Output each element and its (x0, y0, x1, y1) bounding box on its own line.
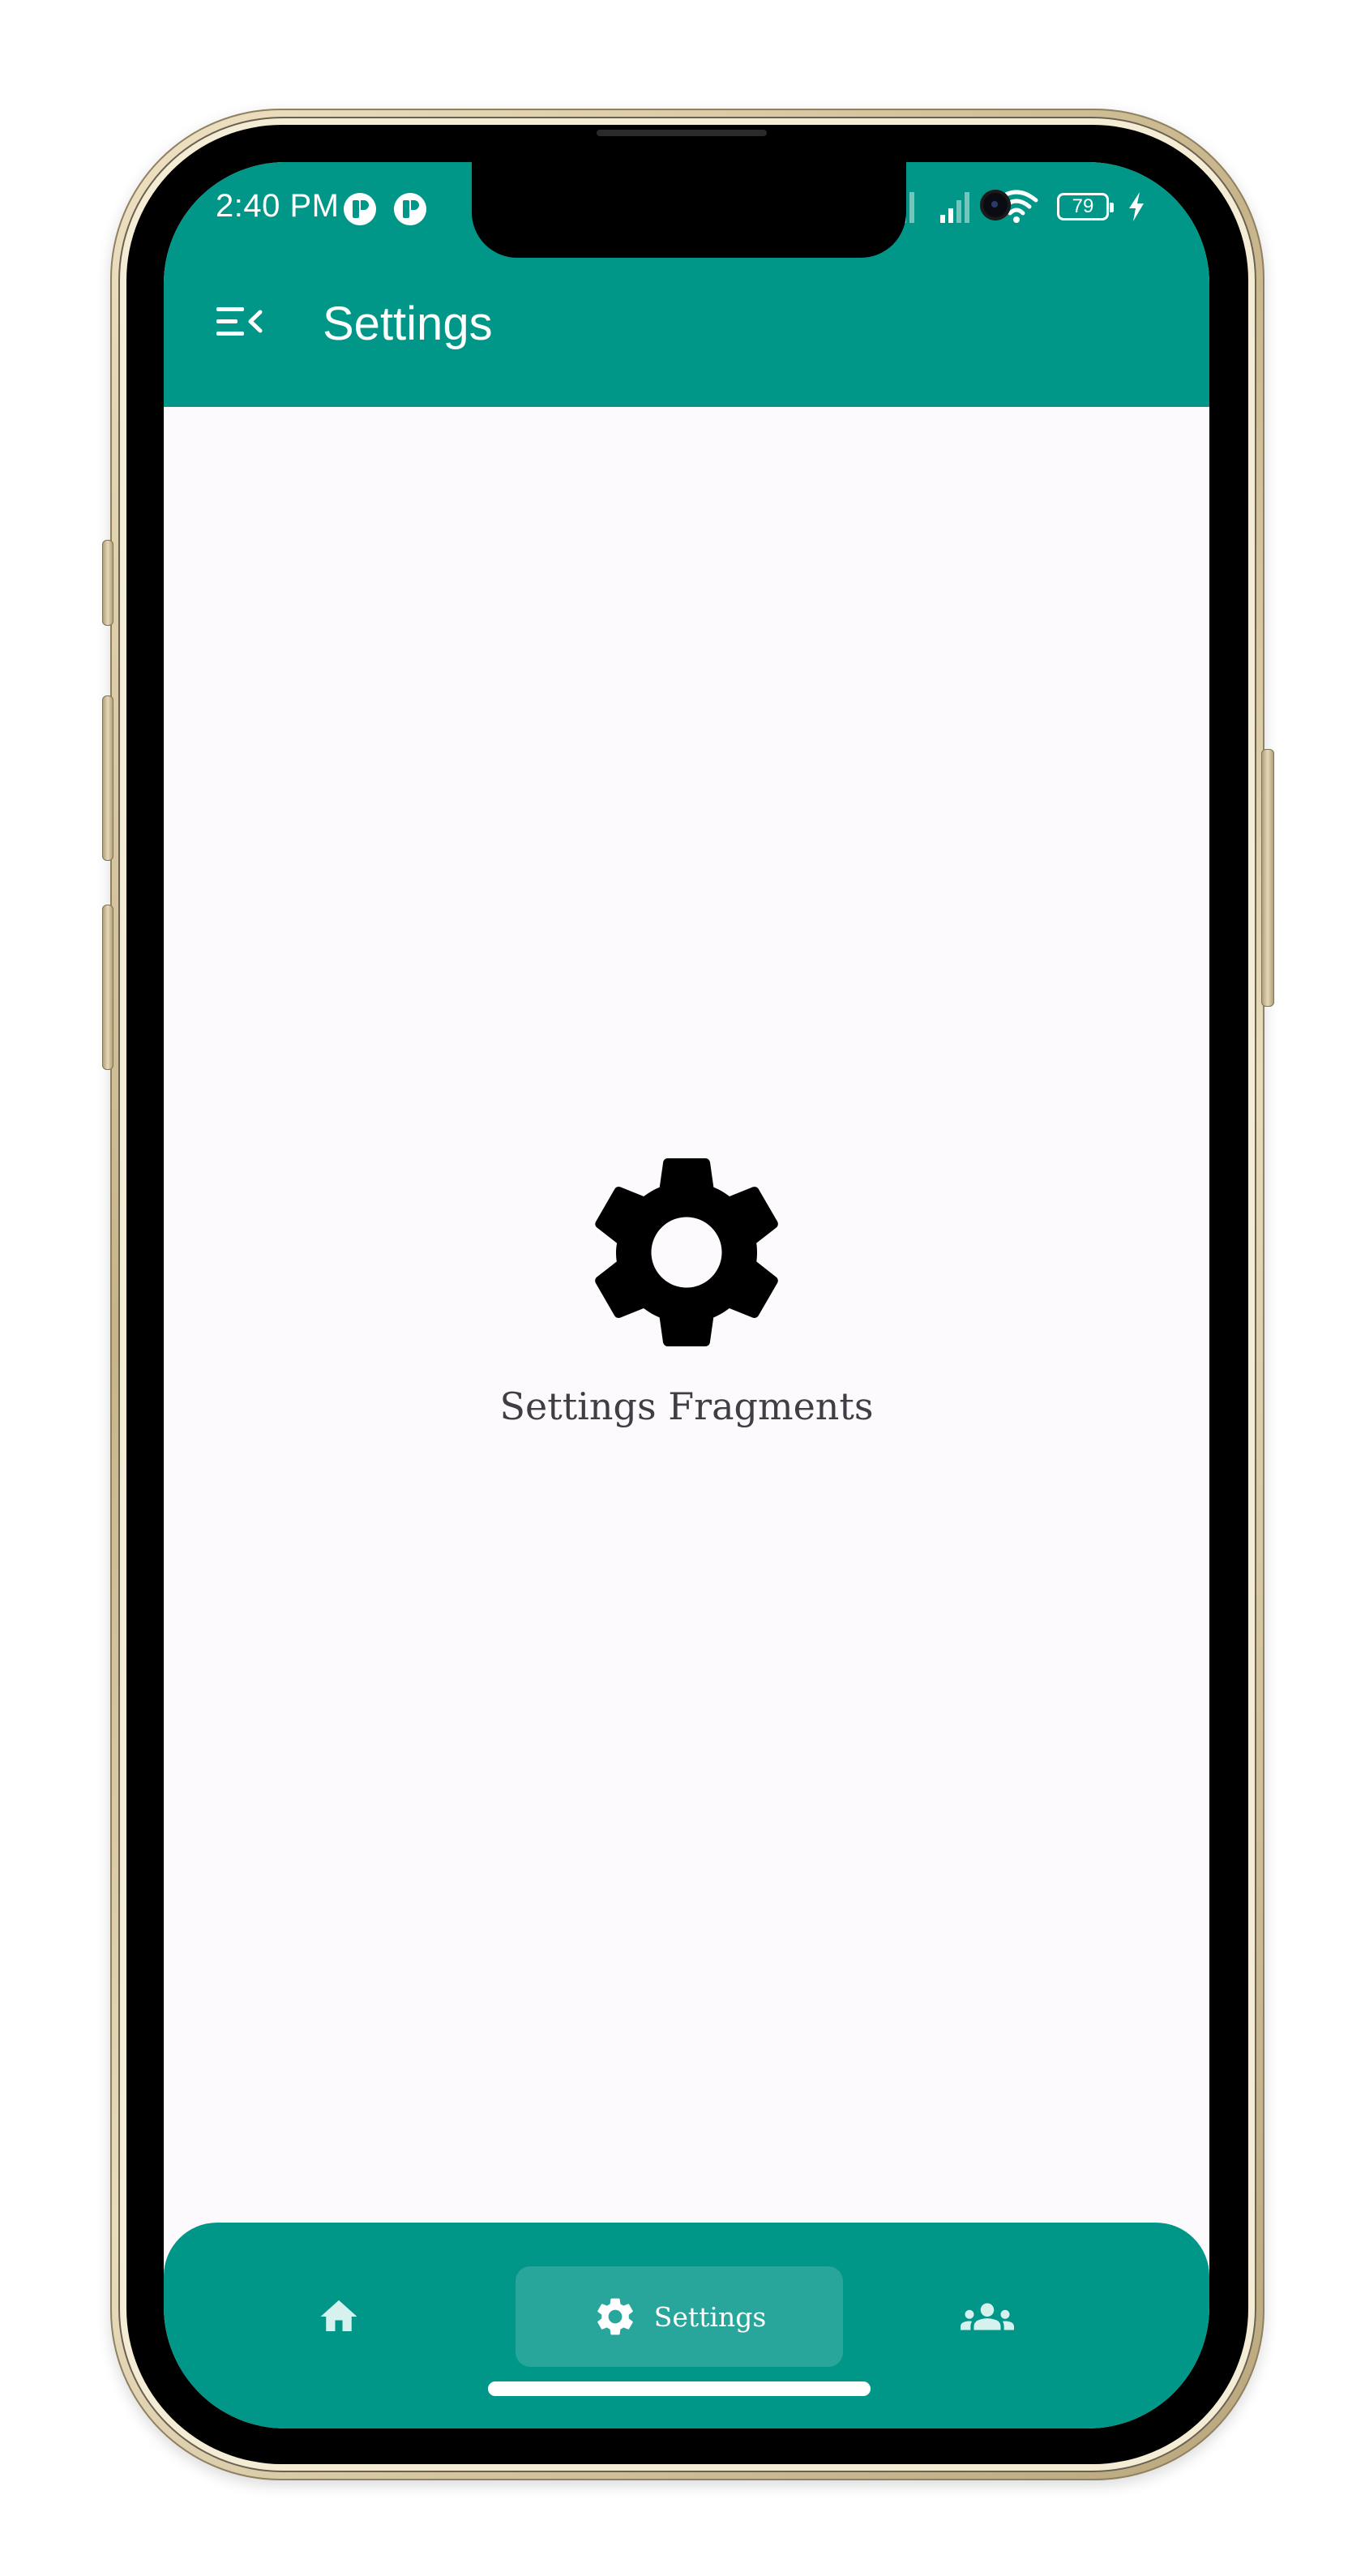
earpiece-speaker (597, 130, 767, 136)
camera-notch (472, 162, 1011, 258)
cell-signal-icon (939, 189, 976, 225)
silent-switch (102, 540, 113, 626)
content-placeholder: Settings Fragments (164, 1135, 1209, 1428)
nav-group-button[interactable] (931, 2266, 1044, 2367)
gear-icon (597, 2298, 633, 2335)
menu-open-icon[interactable] (211, 293, 267, 350)
bottom-navigation: Settings (164, 2223, 1209, 2428)
gear-icon (595, 1158, 778, 1346)
nav-home-button[interactable] (282, 2266, 396, 2367)
home-indicator[interactable] (488, 2381, 871, 2396)
charging-icon (1127, 190, 1146, 223)
nav-settings-label: Settings (653, 2300, 767, 2333)
volume-down-button (102, 905, 113, 1070)
nav-settings-button[interactable]: Settings (516, 2266, 843, 2367)
page-title: Settings (323, 297, 493, 350)
device-screen: 2:40 PM 79 Settings Settings Fragments S… (164, 162, 1209, 2428)
home-icon (320, 2300, 357, 2331)
battery-icon: 79 (1057, 193, 1114, 220)
notification-app-icon (394, 193, 426, 225)
group-icon (961, 2303, 1014, 2330)
volume-up-button (102, 695, 113, 861)
placeholder-text: Settings Fragments (499, 1384, 874, 1428)
status-indicators: 79 (884, 186, 1146, 227)
notification-app-icon (344, 193, 376, 225)
front-camera (980, 190, 1011, 220)
status-time: 2:40 PM (216, 188, 340, 224)
power-button (1261, 749, 1274, 1007)
